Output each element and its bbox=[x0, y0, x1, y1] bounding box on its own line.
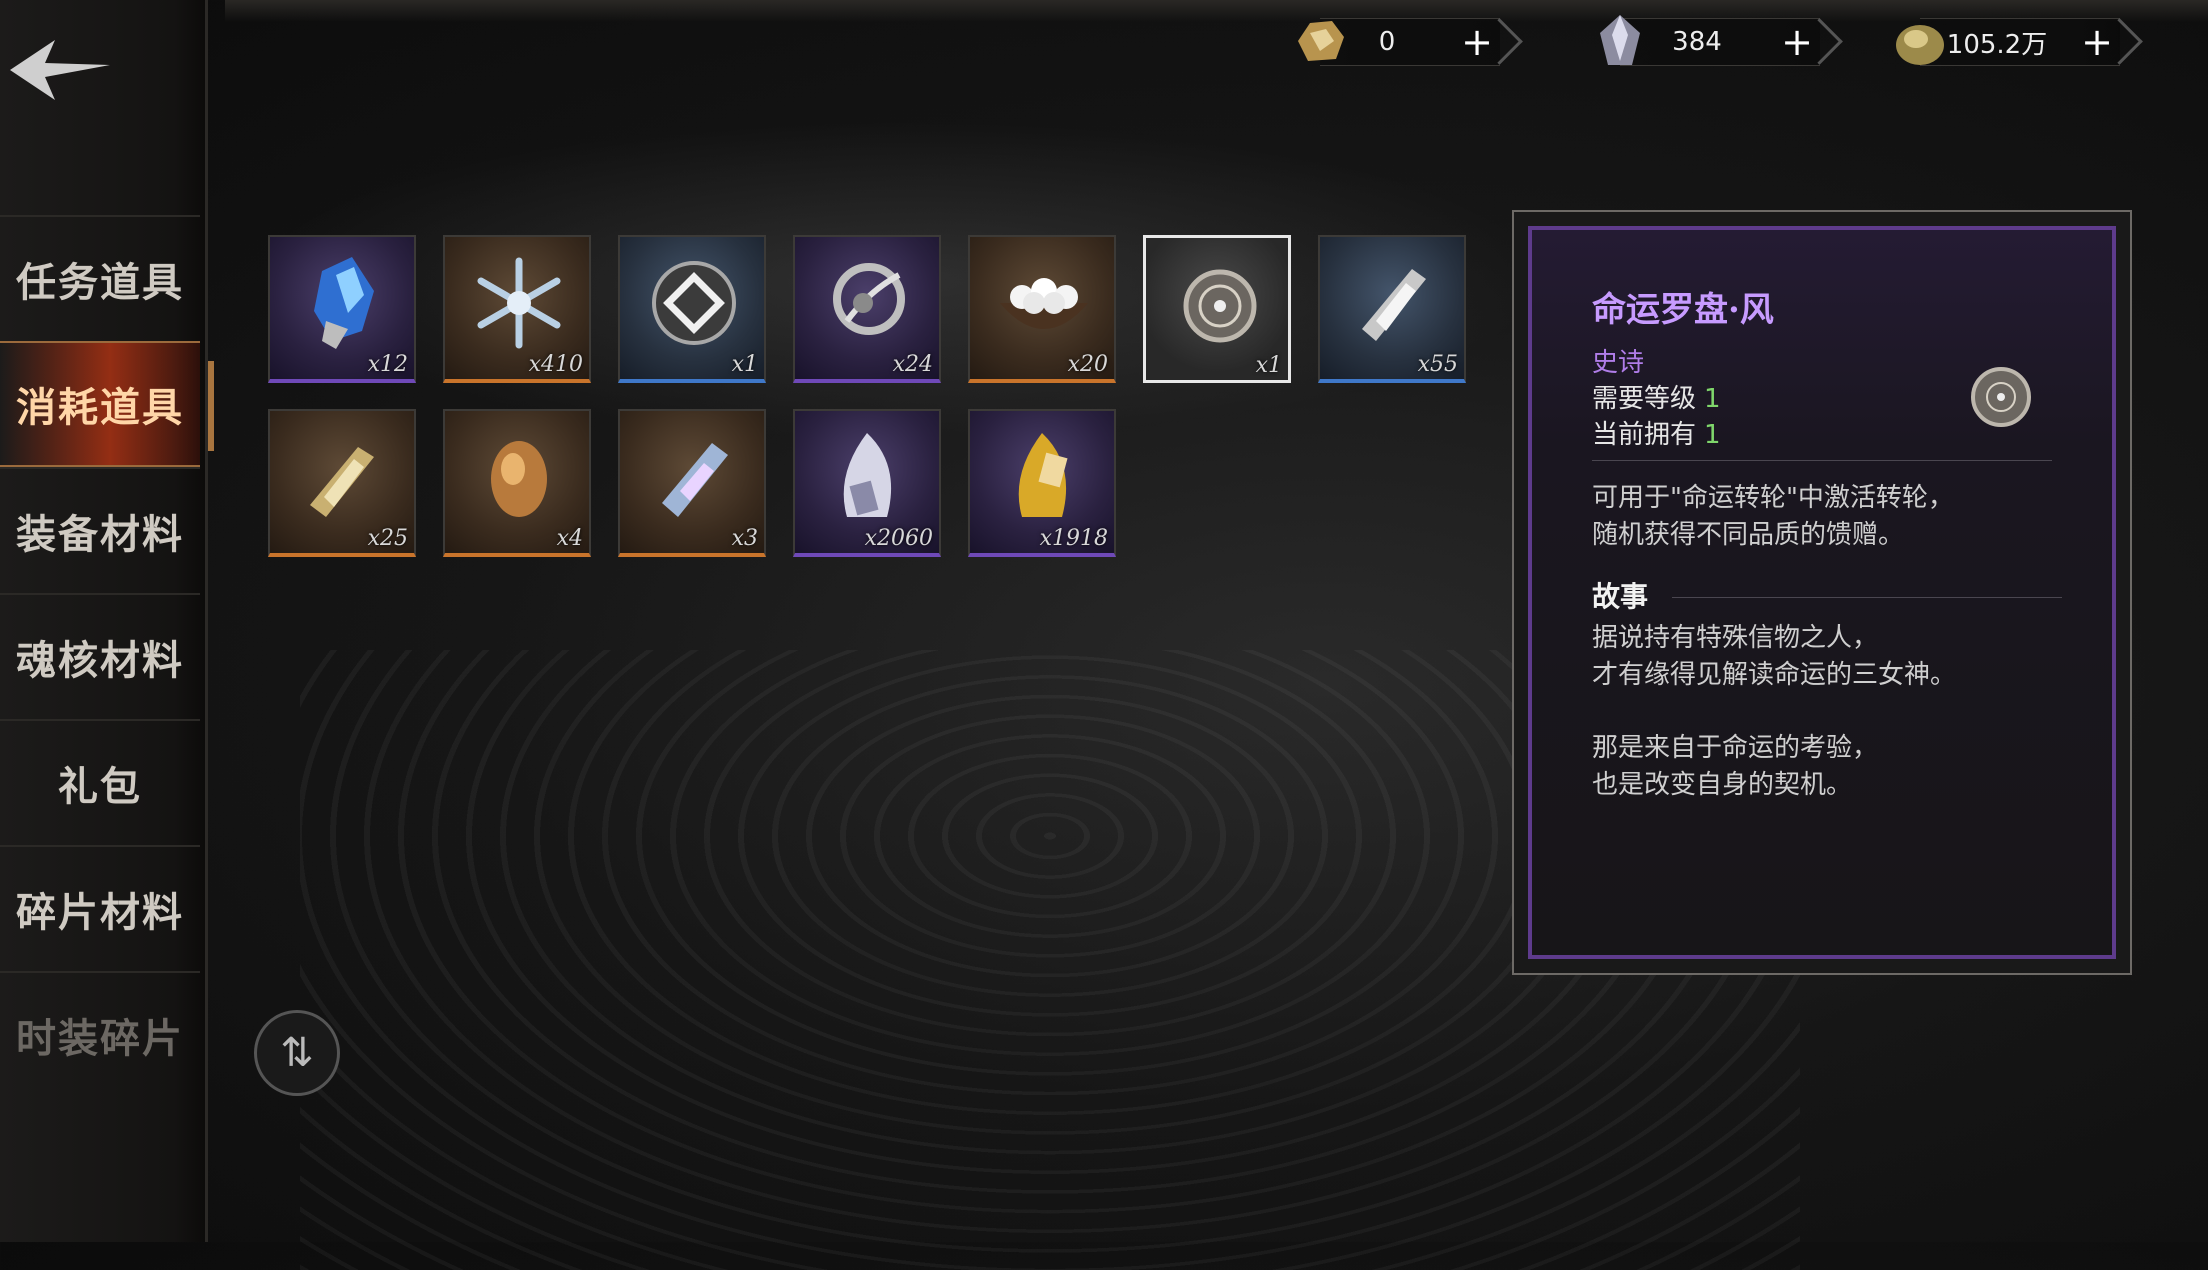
snowflake-icon bbox=[477, 257, 561, 349]
item-quantity: x12 bbox=[367, 352, 408, 377]
required-level: 需要等级 1 bbox=[1592, 378, 1721, 415]
tab-quest-items[interactable]: 任务道具 bbox=[0, 215, 200, 341]
story-text: 据说持有特殊信物之人， 才有缘得见解读命运的三女神。 bbox=[1592, 620, 1956, 694]
amber-egg-icon bbox=[491, 441, 547, 517]
white-flame-card-icon bbox=[843, 433, 892, 517]
item-slot-prismatic-shard[interactable]: x3 bbox=[618, 409, 766, 557]
item-slot-fate-compass[interactable]: x1 bbox=[1143, 235, 1291, 383]
item-description-line: 随机获得不同品质的馈赠。 bbox=[1592, 520, 1905, 550]
story-text-2: 那是来自于命运的考验， 也是改变自身的契机。 bbox=[1592, 730, 1878, 804]
gold-ore-icon bbox=[1298, 21, 1344, 61]
item-quantity: x4 bbox=[556, 526, 583, 551]
tab-consumables[interactable]: 消耗道具 bbox=[0, 341, 214, 467]
sort-toggle-button[interactable]: ⇅ bbox=[254, 1010, 340, 1096]
gold-shard-icon bbox=[310, 447, 374, 517]
item-detail-frame: 命运罗盘·风 史诗 需要等级 1 当前拥有 1 可用于"命运转轮"中激活转轮， 随机… bbox=[1528, 226, 2116, 959]
back-arrow-icon bbox=[10, 40, 110, 100]
fate-compass-preview-icon bbox=[1971, 367, 2031, 427]
item-quantity: x410 bbox=[528, 352, 583, 377]
detail-divider bbox=[1592, 460, 2052, 461]
owned-count: 当前拥有 1 bbox=[1592, 414, 1721, 451]
item-quantity: x3 bbox=[731, 526, 758, 551]
currency-ore: 0 + bbox=[1298, 18, 1500, 66]
add-gold-button[interactable]: + bbox=[2074, 20, 2120, 64]
rune-token-icon bbox=[652, 261, 736, 345]
item-description-line: 可用于"命运转轮"中激活转轮， bbox=[1592, 483, 1954, 513]
item-slot-blue-crystal[interactable]: x12 bbox=[268, 235, 416, 383]
item-slot-white-flame-card[interactable]: x2060 bbox=[793, 409, 941, 557]
tab-soul-core-materials[interactable]: 魂核材料 bbox=[0, 593, 200, 719]
category-nav: 任务道具 消耗道具 装备材料 魂核材料 礼包 碎片材料 时装碎片 bbox=[0, 215, 214, 1097]
item-quantity: x55 bbox=[1417, 352, 1458, 377]
owned-count-value: 1 bbox=[1704, 420, 1721, 450]
item-rarity: 史诗 bbox=[1592, 348, 1645, 378]
item-slot-gold-shard[interactable]: x25 bbox=[268, 409, 416, 557]
required-level-label: 需要等级 bbox=[1592, 384, 1697, 414]
story-divider bbox=[1672, 597, 2062, 598]
item-slot-snowflake[interactable]: x410 bbox=[443, 235, 591, 383]
silver-amulet-icon bbox=[833, 263, 905, 335]
item-quantity: x20 bbox=[1067, 352, 1108, 377]
crystal-icon bbox=[1600, 15, 1640, 65]
prismatic-shard-icon bbox=[662, 443, 728, 517]
item-quantity: x1 bbox=[1255, 353, 1282, 378]
item-description: 可用于"命运转轮"中激活转轮， 随机获得不同品质的馈赠。 bbox=[1592, 480, 1954, 554]
currency-gold: 105.2万 + bbox=[1896, 18, 2120, 66]
item-title: 命运罗盘·风 bbox=[1592, 290, 1774, 330]
category-sidebar: 任务道具 消耗道具 装备材料 魂核材料 礼包 碎片材料 时装碎片 bbox=[0, 0, 214, 1242]
item-quantity: x24 bbox=[892, 352, 933, 377]
add-ore-button[interactable]: + bbox=[1454, 20, 1500, 64]
sort-arrows-icon: ⇅ bbox=[280, 1030, 314, 1076]
gold-nugget-icon bbox=[1896, 25, 1944, 65]
story-heading: 故事 bbox=[1592, 580, 1649, 613]
item-quantity: x25 bbox=[367, 526, 408, 551]
add-crystal-button[interactable]: + bbox=[1774, 20, 1820, 64]
item-quantity: x1 bbox=[731, 352, 758, 377]
item-slot-amber-egg[interactable]: x4 bbox=[443, 409, 591, 557]
silver-shard-icon bbox=[1362, 269, 1426, 341]
story-line: 也是改变自身的契机。 bbox=[1592, 770, 1853, 800]
item-slot-rune-token[interactable]: x1 bbox=[618, 235, 766, 383]
story-line: 那是来自于命运的考验， bbox=[1592, 733, 1879, 763]
tab-equipment-materials[interactable]: 装备材料 bbox=[0, 467, 200, 593]
tab-fragment-materials[interactable]: 碎片材料 bbox=[0, 845, 200, 971]
item-slot-gold-flame-card[interactable]: x1918 bbox=[968, 409, 1116, 557]
item-quantity: x2060 bbox=[864, 526, 933, 551]
required-level-value: 1 bbox=[1704, 384, 1721, 414]
story-line: 才有缘得见解读命运的三女神。 bbox=[1592, 660, 1957, 690]
blue-crystal-icon bbox=[314, 257, 374, 349]
tab-gift-packs[interactable]: 礼包 bbox=[0, 719, 200, 845]
currency-crystal: 384 + bbox=[1600, 15, 1820, 66]
tab-costume-fragments[interactable]: 时装碎片 bbox=[0, 971, 200, 1097]
fate-compass-icon bbox=[1183, 269, 1257, 343]
item-slot-silver-amulet[interactable]: x24 bbox=[793, 235, 941, 383]
item-slot-silver-shard[interactable]: x55 bbox=[1318, 235, 1466, 383]
owned-count-label: 当前拥有 bbox=[1592, 420, 1697, 450]
story-line: 据说持有特殊信物之人， bbox=[1592, 623, 1879, 653]
item-slot-rice-bowl[interactable]: x20 bbox=[968, 235, 1116, 383]
item-quantity: x1918 bbox=[1039, 526, 1108, 551]
item-detail-panel: 命运罗盘·风 史诗 需要等级 1 当前拥有 1 可用于"命运转轮"中激活转轮， 随机… bbox=[1512, 210, 2132, 975]
back-button[interactable] bbox=[0, 30, 120, 110]
gold-flame-card-icon bbox=[1018, 433, 1068, 517]
rice-bowl-icon bbox=[1000, 278, 1088, 329]
